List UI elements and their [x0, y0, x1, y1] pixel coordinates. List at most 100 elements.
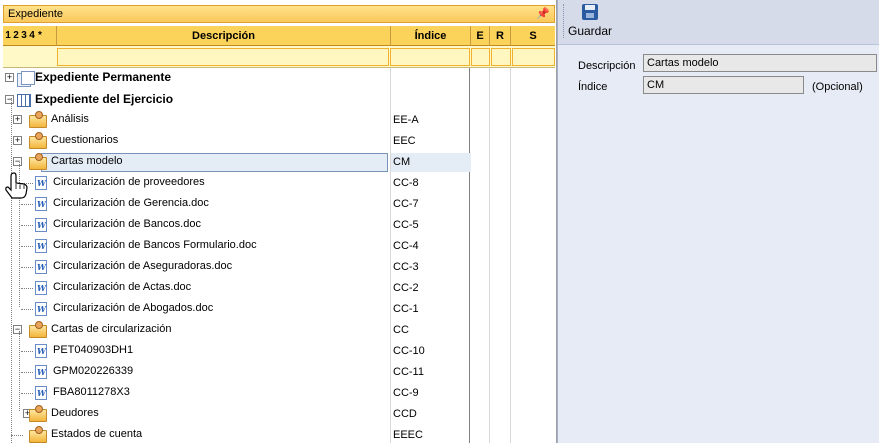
row-description: Circularización de Aseguradoras.doc: [53, 260, 233, 272]
column-header-r[interactable]: R: [490, 26, 511, 46]
word-doc-icon: W: [35, 344, 47, 358]
row-index: CC-4: [393, 240, 419, 252]
word-doc-icon: W: [35, 281, 47, 295]
row-description: Análisis: [51, 113, 89, 125]
filter-s-input[interactable]: [512, 48, 555, 66]
row-index: CC-3: [393, 261, 419, 273]
word-doc-icon: W: [35, 197, 47, 211]
description-field[interactable]: Cartas modelo: [643, 54, 877, 72]
row-description: Circularización de Bancos.doc: [53, 218, 201, 230]
row-description: Circularización de Actas.doc: [53, 281, 192, 293]
expediente-panel: Expediente 📌 1234 * Descripción Índice E …: [0, 0, 557, 443]
row-index: EEC: [393, 135, 416, 147]
row-index: CC-2: [393, 282, 419, 294]
word-doc-icon: W: [35, 365, 47, 379]
row-index: CC-8: [393, 177, 419, 189]
column-header-e[interactable]: E: [471, 26, 490, 46]
row-description: Cuestionarios: [51, 134, 119, 146]
row-description: Circularización de proveedores: [53, 176, 205, 188]
tree-row[interactable]: W Circularización de Bancos.doc CC-5: [3, 215, 555, 236]
column-header-row: 1234 * Descripción Índice E R S: [3, 26, 555, 46]
row-description: Circularización de Abogados.doc: [53, 302, 214, 314]
expand-toggle-icon[interactable]: +: [13, 136, 22, 145]
table-icon: [17, 94, 31, 107]
folder-user-icon: [29, 405, 47, 422]
column-header-index[interactable]: Índice: [391, 26, 471, 46]
tree-row[interactable]: + Expediente Permanente: [3, 68, 555, 89]
index-label: Índice: [578, 81, 608, 93]
filter-description-input[interactable]: [57, 48, 389, 66]
word-doc-icon: W: [35, 386, 47, 400]
folder-user-icon: [29, 111, 47, 128]
tree-row[interactable]: + Deudores CCD: [3, 404, 555, 425]
row-index: CCD: [393, 408, 417, 420]
row-description: FBA8011278X3: [53, 386, 130, 398]
pin-icon[interactable]: 📌: [536, 7, 550, 20]
level-all-button[interactable]: *: [37, 26, 44, 46]
row-index: CC-9: [393, 387, 419, 399]
tree-row[interactable]: W Circularización de Aseguradoras.doc CC-3: [3, 257, 555, 278]
row-index: CC-1: [393, 303, 419, 315]
tree-row[interactable]: W Circularización de Actas.doc CC-2: [3, 278, 555, 299]
expand-toggle-icon[interactable]: −: [13, 325, 22, 334]
detail-panel: Guardar Descripción Cartas modelo Índice…: [557, 0, 879, 443]
level-2-button[interactable]: 2: [13, 26, 20, 46]
row-index: CC-5: [393, 219, 419, 231]
save-button-label: Guardar: [567, 24, 613, 38]
word-doc-icon: W: [35, 302, 47, 316]
tree-row[interactable]: + Cuestionarios EEC: [3, 131, 555, 152]
tree-row[interactable]: W Circularización de Gerencia.doc CC-7: [3, 194, 555, 215]
row-index: CC-10: [393, 345, 425, 357]
index-optional-hint: (Opcional): [812, 81, 863, 93]
filter-e-input[interactable]: [471, 48, 490, 66]
level-4-button[interactable]: 4: [29, 26, 36, 46]
folder-user-icon: [29, 132, 47, 149]
app-window: Expediente 📌 1234 * Descripción Índice E …: [0, 0, 879, 443]
tree-row[interactable]: W GPM020226339 CC-11: [3, 362, 555, 383]
index-field[interactable]: CM: [643, 76, 804, 94]
save-disk-icon: [582, 4, 598, 20]
tree-row[interactable]: W PET040903DH1 CC-10: [3, 341, 555, 362]
tree-grid: + Expediente Permanente − Expediente del Ej…: [3, 68, 555, 443]
filter-index-input[interactable]: [390, 48, 470, 66]
row-description: Circularización de Gerencia.doc: [53, 197, 209, 209]
tree-row[interactable]: W FBA8011278X3 CC-9: [3, 383, 555, 404]
folder-user-icon: [29, 426, 47, 443]
tree-row[interactable]: − Expediente del Ejercicio: [3, 90, 555, 111]
detail-form: Descripción Cartas modelo Índice CM (Opc…: [558, 44, 879, 443]
row-description: Estados de cuenta: [51, 428, 143, 440]
tree-row[interactable]: W Circularización de proveedores CC-8: [3, 173, 555, 194]
tree-row[interactable]: + Análisis EE-A: [3, 110, 555, 131]
row-index: CC-7: [393, 198, 419, 210]
tree-row[interactable]: − Cartas de circularización CC: [3, 320, 555, 341]
pointer-hand-icon: [5, 172, 28, 199]
row-description: Expediente Permanente: [35, 70, 172, 84]
word-doc-icon: W: [35, 260, 47, 274]
panel-title: Expediente: [8, 8, 64, 20]
column-header-description[interactable]: Descripción: [57, 26, 391, 46]
row-description: PET040903DH1: [53, 344, 134, 356]
folder-user-icon: [29, 153, 47, 170]
tree-row[interactable]: W Circularización de Abogados.doc CC-1: [3, 299, 555, 320]
expand-toggle-icon[interactable]: +: [13, 115, 22, 124]
row-description: Expediente del Ejercicio: [35, 92, 174, 106]
level-3-button[interactable]: 3: [21, 26, 28, 46]
level-buttons: 1234 *: [3, 26, 57, 46]
row-description: Cartas de circularización: [51, 323, 172, 335]
description-label: Descripción: [578, 60, 636, 72]
expand-toggle-icon[interactable]: +: [5, 73, 14, 82]
column-header-s[interactable]: S: [511, 26, 555, 46]
toolbar-grip: [563, 4, 564, 38]
word-doc-icon: W: [35, 176, 47, 190]
expand-toggle-icon[interactable]: −: [13, 157, 22, 166]
tree-row[interactable]: − Cartas modelo CM: [3, 152, 555, 173]
tree-row[interactable]: Estados de cuenta EEEC: [3, 425, 555, 443]
row-index: EEEC: [393, 429, 423, 441]
row-index: CM: [393, 156, 411, 168]
pages-icon: [17, 71, 35, 87]
expand-toggle-icon[interactable]: −: [5, 95, 14, 104]
save-button[interactable]: Guardar: [566, 4, 614, 40]
level-1-button[interactable]: 1: [5, 26, 12, 46]
tree-row[interactable]: W Circularización de Bancos Formulario.do…: [3, 236, 555, 257]
filter-r-input[interactable]: [491, 48, 511, 66]
